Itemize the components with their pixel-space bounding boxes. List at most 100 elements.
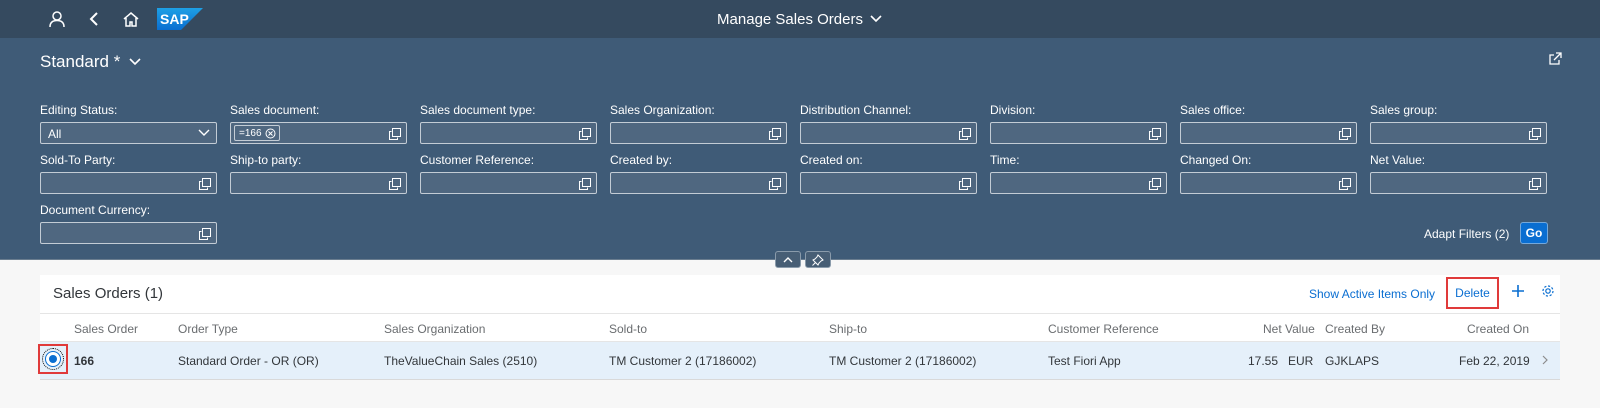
filter-label-distribution-channel: Distribution Channel: [800, 103, 912, 117]
created-by-field[interactable] [610, 172, 787, 194]
changed-on-field[interactable] [1180, 172, 1357, 194]
value-help-icon[interactable] [959, 127, 971, 145]
cell-sold-to: TM Customer 2 (17186002) [609, 354, 757, 368]
value-help-icon[interactable] [1339, 177, 1351, 195]
distribution-channel-field[interactable] [800, 122, 977, 144]
created-on-field[interactable] [800, 172, 977, 194]
table-header: Sales Order Order Type Sales Organizatio… [40, 313, 1560, 342]
value-help-icon[interactable] [1339, 127, 1351, 145]
token-remove-icon[interactable] [265, 128, 276, 139]
column-header-sales-order[interactable]: Sales Order [74, 322, 138, 336]
filter-label-division: Division: [990, 103, 1036, 117]
sold-to-party-field[interactable] [40, 172, 217, 194]
time-field[interactable] [990, 172, 1167, 194]
value-help-icon[interactable] [1529, 177, 1541, 195]
value-help-icon[interactable] [199, 227, 211, 245]
value-help-icon[interactable] [769, 127, 781, 145]
filter-label-net-value: Net Value: [1370, 153, 1426, 167]
editing-status-select[interactable]: All [40, 122, 217, 144]
header-collapse-controls [775, 251, 831, 268]
adapt-filters-button[interactable]: Adapt Filters (2) [1424, 227, 1509, 241]
column-header-ship-to[interactable]: Ship-to [829, 322, 867, 336]
sales-office-field[interactable] [1180, 122, 1357, 144]
value-help-icon[interactable] [959, 177, 971, 195]
go-button[interactable]: Go [1520, 222, 1548, 244]
cell-sales-organization: TheValueChain Sales (2510) [384, 354, 538, 368]
value-help-icon[interactable] [579, 127, 591, 145]
table-title: Sales Orders (1) [53, 285, 164, 302]
settings-gear-icon[interactable] [1541, 284, 1555, 303]
cell-net-value: 17.55 [1248, 354, 1279, 368]
shell-bar: SAP Manage Sales Orders [0, 0, 1600, 38]
column-header-customer-reference[interactable]: Customer Reference [1048, 322, 1159, 336]
sales-orders-table: Sales Orders (1) Show Active Items Only … [38, 275, 1560, 380]
row-select-radio[interactable] [38, 344, 68, 374]
filter-bar [0, 38, 1600, 260]
pin-icon [812, 253, 824, 266]
share-icon[interactable] [1548, 51, 1563, 71]
chevron-down-icon [870, 15, 882, 23]
filter-label-time: Time: [990, 153, 1020, 167]
cell-currency: EUR [1288, 354, 1314, 368]
filter-label-sales-document: Sales document: [230, 103, 320, 117]
sales-group-field[interactable] [1370, 122, 1547, 144]
value-help-icon[interactable] [1149, 127, 1161, 145]
table-row[interactable]: 166 Standard Order - OR (OR) TheValueCha… [38, 342, 1560, 380]
sales-document-field[interactable]: =166 [230, 122, 407, 144]
cell-sales-order: 166 [74, 354, 95, 368]
sales-document-type-field[interactable] [420, 122, 597, 144]
filter-label-sales-organization: Sales Organization: [610, 103, 715, 117]
filter-label-customer-reference: Customer Reference: [420, 153, 535, 167]
value-help-icon[interactable] [199, 177, 211, 195]
filter-label-created-on: Created on: [800, 153, 863, 167]
column-header-net-value[interactable]: Net Value [1263, 322, 1315, 336]
ship-to-party-field[interactable] [230, 172, 407, 194]
filter-label-created-by: Created by: [610, 153, 673, 167]
filter-label-editing-status: Editing Status: [40, 103, 118, 117]
value-help-icon[interactable] [389, 177, 401, 195]
column-header-created-on[interactable]: Created On [1467, 322, 1529, 336]
filter-label-sales-group: Sales group: [1370, 103, 1438, 117]
delete-button[interactable]: Delete [1446, 277, 1499, 309]
value-help-icon[interactable] [769, 177, 781, 195]
chevron-up-icon [783, 256, 793, 262]
collapse-header-button[interactable] [775, 251, 801, 268]
net-value-field[interactable] [1370, 172, 1547, 194]
editing-status-value: All [48, 127, 62, 141]
filter-token-text: =166 [239, 127, 262, 139]
filter-label-sales-office: Sales office: [1180, 103, 1246, 117]
chevron-right-icon [1542, 355, 1548, 365]
chevron-down-icon [198, 129, 210, 136]
cell-order-type: Standard Order - OR (OR) [178, 354, 319, 368]
filter-label-ship-to-party: Ship-to party: [230, 153, 302, 167]
app-title: Manage Sales Orders [717, 10, 863, 28]
cell-customer-reference: Test Fiori App [1048, 354, 1121, 368]
division-field[interactable] [990, 122, 1167, 144]
filter-label-sold-to-party: Sold-To Party: [40, 153, 116, 167]
show-active-items-button[interactable]: Show Active Items Only [1309, 287, 1435, 301]
add-icon[interactable] [1511, 284, 1525, 303]
filter-label-sales-document-type: Sales document type: [420, 103, 536, 117]
variant-selector[interactable]: Standard * [40, 52, 142, 72]
sales-organization-field[interactable] [610, 122, 787, 144]
radio-selected-icon [42, 348, 64, 370]
column-header-sold-to[interactable]: Sold-to [609, 322, 647, 336]
cell-created-on: Feb 22, 2019 [1459, 354, 1530, 368]
column-header-created-by[interactable]: Created By [1325, 322, 1385, 336]
variant-name: Standard * [40, 52, 121, 71]
column-header-sales-organization[interactable]: Sales Organization [384, 322, 485, 336]
app-title-menu[interactable]: Manage Sales Orders [0, 0, 1600, 38]
pin-header-button[interactable] [805, 251, 831, 268]
column-header-order-type[interactable]: Order Type [178, 322, 238, 336]
value-help-icon[interactable] [579, 177, 591, 195]
value-help-icon[interactable] [389, 127, 401, 145]
customer-reference-field[interactable] [420, 172, 597, 194]
filter-token: =166 [234, 125, 280, 141]
document-currency-field[interactable] [40, 222, 217, 244]
cell-ship-to: TM Customer 2 (17186002) [829, 354, 977, 368]
filter-label-changed-on: Changed On: [1180, 153, 1252, 167]
value-help-icon[interactable] [1529, 127, 1541, 145]
chevron-down-icon [129, 58, 141, 66]
value-help-icon[interactable] [1149, 177, 1161, 195]
cell-created-by: GJKLAPS [1325, 354, 1380, 368]
